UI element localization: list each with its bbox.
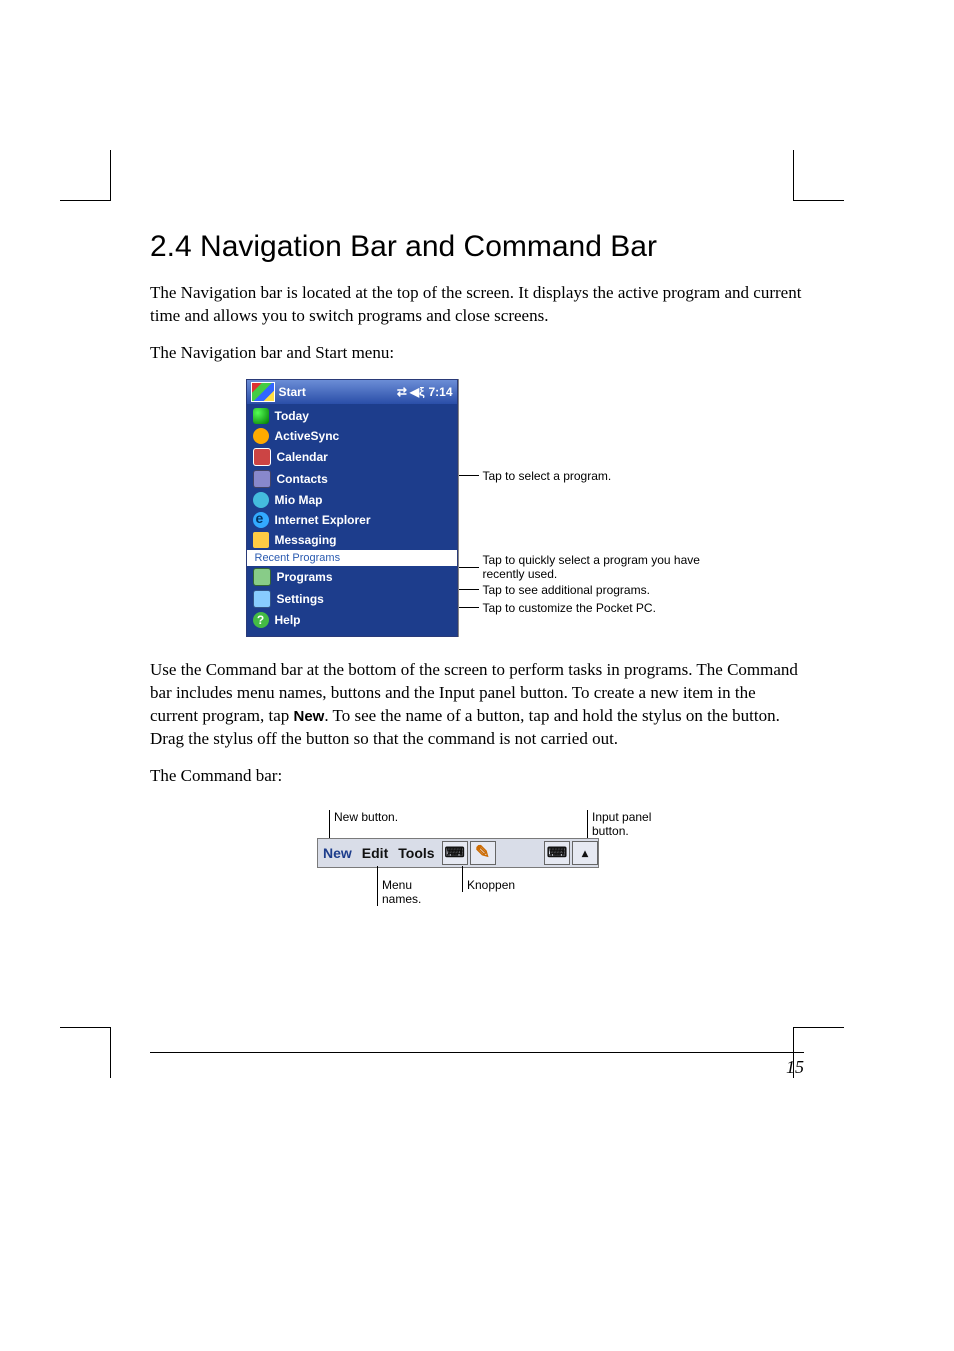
menu-item-messaging[interactable]: Messaging bbox=[247, 530, 457, 550]
today-icon bbox=[253, 408, 269, 424]
clock-time: 7:14 bbox=[428, 385, 452, 399]
miomap-icon bbox=[253, 492, 269, 508]
input-panel-arrow-icon[interactable] bbox=[572, 841, 598, 865]
menu-item-programs[interactable]: Programs bbox=[247, 566, 457, 588]
menu-label: Contacts bbox=[277, 472, 328, 486]
menu-section-recent: Recent Programs bbox=[247, 550, 457, 566]
footer-divider bbox=[150, 1052, 804, 1053]
calendar-icon bbox=[253, 448, 271, 466]
callout-recent: Tap to quickly select a program you have… bbox=[483, 553, 713, 582]
windows-flag-icon bbox=[251, 382, 275, 402]
input-panel-icon[interactable] bbox=[544, 841, 570, 865]
paragraph-2: The Navigation bar and Start menu: bbox=[150, 342, 804, 365]
callout-select-program: Tap to select a program. bbox=[483, 469, 612, 483]
help-icon: ? bbox=[253, 612, 269, 628]
contacts-icon bbox=[253, 470, 271, 488]
page-number: 15 bbox=[150, 1057, 804, 1078]
figure-callouts: Tap to select a program. Tap to quickly … bbox=[458, 379, 709, 637]
cmdbar-edit[interactable]: Edit bbox=[357, 845, 393, 861]
label-menu-names: Menu names. bbox=[377, 878, 432, 906]
menu-item-settings[interactable]: Settings bbox=[247, 588, 457, 610]
menu-label: Help bbox=[275, 613, 301, 627]
paragraph-3: Use the Command bar at the bottom of the… bbox=[150, 659, 804, 751]
callout-programs: Tap to see additional programs. bbox=[483, 583, 650, 597]
menu-item-contacts[interactable]: Contacts bbox=[247, 468, 457, 490]
menu-label: ActiveSync bbox=[275, 429, 340, 443]
menu-item-activesync[interactable]: ActiveSync bbox=[247, 426, 457, 446]
keyboard-icon[interactable] bbox=[442, 841, 468, 865]
menu-label: Messaging bbox=[275, 533, 337, 547]
new-keyword: New bbox=[294, 708, 325, 725]
button-icon[interactable]: ✎ bbox=[470, 841, 496, 865]
messaging-icon bbox=[253, 532, 269, 548]
paragraph-1: The Navigation bar is located at the top… bbox=[150, 282, 804, 328]
menu-label: Mio Map bbox=[275, 493, 323, 507]
menu-label: Internet Explorer bbox=[275, 513, 371, 527]
start-label: Start bbox=[279, 385, 306, 399]
crop-mark-br bbox=[793, 1027, 844, 1078]
menu-label: Calendar bbox=[277, 450, 328, 464]
menu-item-miomap[interactable]: Mio Map bbox=[247, 490, 457, 510]
menu-label: Settings bbox=[277, 592, 324, 606]
figure-command-bar: New button. Input panel button. New Edit… bbox=[150, 802, 804, 912]
crop-mark-bl bbox=[60, 1027, 111, 1078]
label-input-panel: Input panel button. bbox=[587, 810, 677, 824]
paragraph-4: The Command bar: bbox=[150, 765, 804, 788]
menu-item-today[interactable]: Today bbox=[247, 406, 457, 426]
pocketpc-screenshot: Start ⇄ ◀ξ 7:14 Today ActiveSync Calenda… bbox=[246, 379, 458, 637]
programs-icon bbox=[253, 568, 271, 586]
menu-item-ie[interactable]: Internet Explorer bbox=[247, 510, 457, 530]
cmdbar-tools[interactable]: Tools bbox=[393, 845, 439, 861]
figure-start-menu: Start ⇄ ◀ξ 7:14 Today ActiveSync Calenda… bbox=[150, 379, 804, 637]
menu-label: Today bbox=[275, 409, 309, 423]
signal-icon: ⇄ bbox=[397, 385, 406, 399]
section-heading: 2.4 Navigation Bar and Command Bar bbox=[150, 230, 804, 264]
navigation-bar: Start ⇄ ◀ξ 7:14 bbox=[247, 380, 457, 404]
activesync-icon bbox=[253, 428, 269, 444]
label-knoppen: Knoppen bbox=[462, 878, 515, 892]
label-new-button: New button. bbox=[329, 810, 398, 824]
crop-mark-tl bbox=[60, 150, 111, 201]
callout-settings: Tap to customize the Pocket PC. bbox=[483, 601, 656, 615]
command-bar: New Edit Tools ✎ bbox=[317, 838, 599, 868]
cmdbar-new[interactable]: New bbox=[318, 845, 357, 861]
speaker-icon: ◀ξ bbox=[410, 385, 425, 399]
crop-mark-tr bbox=[793, 150, 844, 201]
menu-label: Programs bbox=[277, 570, 333, 584]
menu-item-calendar[interactable]: Calendar bbox=[247, 446, 457, 468]
menu-item-help[interactable]: ? Help bbox=[247, 610, 457, 634]
settings-icon bbox=[253, 590, 271, 608]
ie-icon bbox=[253, 512, 269, 528]
